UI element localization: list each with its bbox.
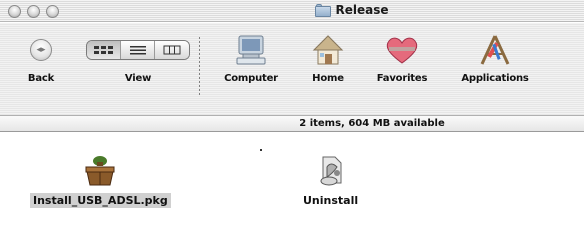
applications-button[interactable]: Applications (449, 33, 541, 84)
finder-window: Release ◂▸ Back View Computer Home Favor… (0, 0, 584, 248)
home-label: Home (312, 73, 344, 84)
icon-view-icon (93, 46, 113, 54)
toolbar-separator (199, 37, 200, 97)
computer-label: Computer (224, 73, 278, 84)
uninstaller-icon (320, 156, 342, 186)
window-title-group: Release (0, 3, 584, 17)
title-bar[interactable]: Release (0, 0, 584, 22)
computer-button[interactable]: Computer (218, 33, 284, 84)
column-view-icon (163, 45, 181, 55)
folder-icon (315, 3, 332, 17)
list-view-icon (129, 46, 146, 55)
status-text: 2 items, 604 MB available (299, 118, 445, 129)
back-button[interactable]: ◂▸ Back (24, 33, 58, 84)
home-button[interactable]: Home (300, 33, 356, 84)
heart-icon (386, 37, 418, 64)
back-arrow-icon: ◂▸ (30, 39, 52, 61)
file-item-uninstall[interactable]: Uninstall (300, 153, 361, 208)
favorites-button[interactable]: Favorites (366, 33, 438, 84)
toolbar: ◂▸ Back View Computer Home Favorites App… (0, 23, 584, 115)
applications-icon (480, 35, 510, 65)
view-segmented-control (86, 40, 190, 60)
view-control: View (86, 33, 190, 84)
stray-pixel (260, 149, 262, 151)
column-view-button[interactable] (155, 41, 189, 59)
window-title: Release (335, 3, 389, 17)
file-label-uninstall: Uninstall (303, 194, 359, 207)
computer-icon (236, 35, 266, 65)
view-label: View (124, 73, 152, 84)
file-area[interactable]: Install_USB_ADSL.pkg Uninstall (0, 133, 584, 248)
file-label-install-pkg: Install_USB_ADSL.pkg (30, 193, 171, 208)
favorites-label: Favorites (376, 73, 428, 84)
icon-view-button[interactable] (87, 41, 121, 59)
home-icon (312, 35, 344, 65)
package-icon (85, 156, 115, 186)
status-bar: 2 items, 604 MB available (0, 115, 584, 132)
file-item-install-pkg[interactable]: Install_USB_ADSL.pkg (30, 153, 171, 208)
list-view-button[interactable] (121, 41, 155, 59)
applications-label: Applications (461, 73, 529, 84)
back-label: Back (27, 73, 55, 84)
